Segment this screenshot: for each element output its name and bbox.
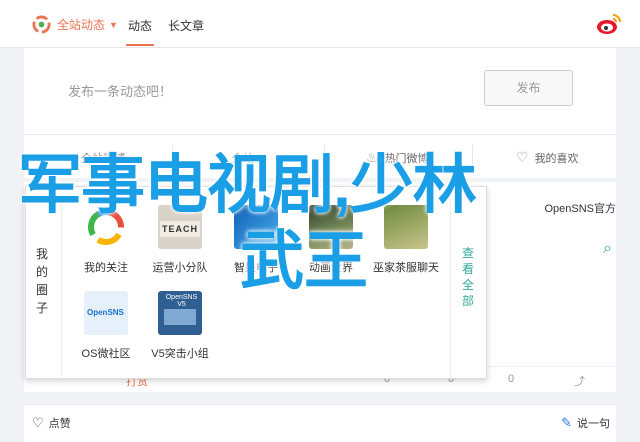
app-v5-squad[interactable]: OpenSNS V5 V5突击小组 [145, 291, 215, 361]
app-tea-chat[interactable]: 巫家茶服聊天 [371, 205, 441, 275]
filter-label: 全站微博 [81, 152, 126, 165]
tab-news[interactable]: 动态 [128, 17, 152, 34]
filter-label: 我的喜欢 [534, 152, 579, 165]
app-thumbnail [84, 205, 128, 249]
view-all-link[interactable]: 查看全部 [450, 187, 486, 378]
filter-hot[interactable]: ♨ 热门微博 [366, 149, 429, 166]
divider [172, 145, 173, 169]
app-name: V5突击小组 [151, 348, 209, 360]
chevron-down-icon: ▼ [109, 19, 118, 30]
thumb-text: OpenSNS [87, 308, 124, 317]
thumb-text: TEACH [160, 221, 200, 237]
top-navigation: 全站动态 ▼ 动态 长文章 [0, 0, 640, 48]
app-os-community[interactable]: OpenSNS OS微社区 [71, 291, 141, 361]
active-tab-indicator [126, 44, 154, 46]
scope-selector[interactable]: 全站动态 ▼ [32, 15, 118, 34]
search-icon: ⌕ [218, 149, 226, 165]
scope-label: 全站动态 [57, 18, 106, 32]
chat-icon: ▭ [62, 149, 76, 165]
app-thumbnail [384, 205, 428, 249]
app-thumbnail: OpenSNS V5 [158, 291, 202, 335]
heart-icon: ♡ [516, 149, 529, 165]
post-composer[interactable]: 发布一条动态吧！ 发布 [24, 48, 616, 134]
like-button[interactable]: ♡ 点赞 [32, 415, 71, 431]
filter-label: 全站 [231, 152, 254, 165]
app-thumbnail [309, 205, 353, 249]
comment-button[interactable]: ✎ 说一句 [561, 415, 610, 431]
comment-icon: ✎ [561, 415, 572, 430]
app-ops-team[interactable]: TEACH 运营小分队 [145, 205, 215, 275]
app-anime-world[interactable]: 动画世界 [296, 205, 366, 275]
thumb-graphic [164, 309, 196, 325]
panel-side-label: 我的圈子 [26, 187, 62, 378]
share-icon[interactable]: ⤴ [574, 373, 585, 389]
app-name: 巫家茶服聊天 [373, 262, 439, 274]
app-my-follow[interactable]: 我的关注 [71, 205, 141, 275]
app-thumbnail: OpenSNS [84, 291, 128, 335]
comment-label: 说一句 [577, 418, 610, 430]
filter-all-weibo[interactable]: ▭ 全站微博 [62, 149, 125, 166]
filter-favorites[interactable]: ♡ 我的喜欢 [516, 149, 579, 166]
flame-icon: ♨ [366, 149, 379, 165]
feed-author[interactable]: OpenSNS官方 [544, 200, 616, 216]
app-name: OS微社区 [81, 348, 131, 360]
tab-long-article[interactable]: 长文章 [168, 17, 204, 34]
divider [472, 145, 473, 169]
app-name: 我的关注 [84, 262, 128, 274]
thumb-text: OpenSNS V5 [165, 294, 198, 308]
my-groups-label: 我的圈子 [36, 247, 49, 315]
next-feed-actions: ♡ 点赞 ✎ 说一句 [24, 404, 616, 442]
search-icon[interactable]: ⌕ [603, 240, 612, 258]
app-name: 运营小分队 [152, 262, 208, 274]
app-thumbnail [234, 205, 278, 249]
app-zhiguo[interactable]: 智果电子 [221, 205, 291, 275]
filter-all[interactable]: ⌕ 全站 [218, 149, 254, 166]
logo-icon [32, 15, 51, 34]
post-button[interactable]: 发布 [484, 70, 573, 106]
ring-logo-icon [88, 208, 124, 245]
composer-placeholder[interactable]: 发布一条动态吧！ [68, 81, 172, 100]
heart-icon: ♡ [32, 415, 44, 430]
filter-label: 热门微博 [384, 152, 429, 165]
app-name: 智果电子 [234, 262, 278, 274]
like-label: 点赞 [48, 418, 71, 430]
app-name: 动画世界 [309, 262, 353, 274]
weibo-icon[interactable] [596, 12, 622, 36]
repost-count[interactable]: 0 [508, 373, 514, 385]
feed-filter-bar: ▭ 全站微博 ⌕ 全站 ♨ 热门微博 ♡ 我的喜欢 [24, 134, 616, 178]
my-groups-panel: 我的圈子 我的关注 TEACH 运营小分队 智果电子 动画世界 巫家茶服聊天 O… [25, 186, 487, 379]
divider [324, 145, 325, 169]
view-all-label: 查看全部 [462, 246, 475, 308]
app-thumbnail: TEACH [158, 205, 202, 249]
